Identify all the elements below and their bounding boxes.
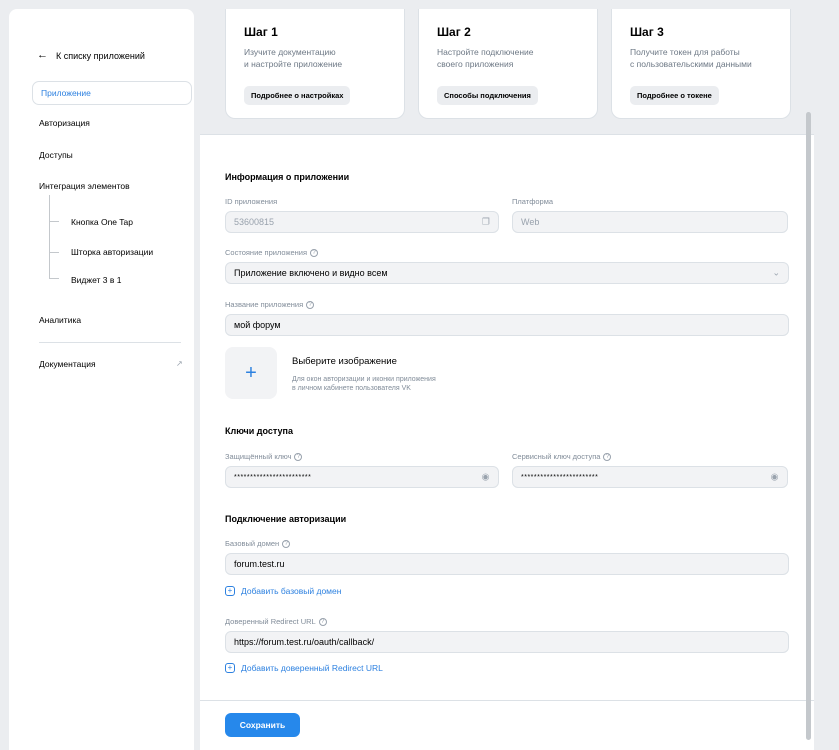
token-details-button[interactable]: Подробнее о токене	[630, 86, 719, 105]
chevron-down-icon: ⌄	[772, 267, 780, 278]
plus-icon: +	[245, 361, 257, 384]
save-button[interactable]: Сохранить	[225, 713, 300, 737]
tree-line	[49, 195, 50, 278]
connection-methods-button[interactable]: Способы подключения	[437, 86, 538, 105]
sidebar-item-docs[interactable]: Документация	[39, 359, 96, 369]
eye-icon[interactable]: ◉	[482, 472, 490, 483]
app-id-label: ID приложения	[225, 197, 278, 206]
sidebar-subitem-widget[interactable]: Виджет 3 в 1	[71, 275, 121, 285]
sidebar-subitem-onetap[interactable]: Кнопка One Tap	[71, 217, 133, 227]
help-icon[interactable]: ?	[310, 248, 319, 257]
app-name-label: Название приложения?	[225, 300, 315, 309]
app-settings-form: Информация о приложении ID приложения 53…	[200, 134, 814, 750]
step-title: Шаг 3	[630, 25, 664, 39]
redirect-url-input[interactable]: https://forum.test.ru/oauth/callback/	[225, 631, 789, 653]
plus-square-icon: +	[225, 663, 235, 673]
add-base-domain-link[interactable]: + Добавить базовый домен	[225, 586, 341, 596]
step-title: Шаг 2	[437, 25, 471, 39]
main-content: Шаг 1 Изучите документацию и настройте пр…	[200, 9, 814, 750]
tree-tick	[49, 278, 59, 279]
scrollbar[interactable]	[806, 112, 811, 740]
secure-key-field[interactable]: ************************ ◉	[225, 466, 499, 488]
external-link-icon: ↗	[176, 359, 183, 368]
step-description: Настройте подключение своего приложения	[437, 47, 534, 69]
base-domain-label: Базовый домен?	[225, 539, 291, 548]
sidebar: ← К списку приложений Приложение Авториз…	[9, 9, 194, 750]
sidebar-item-access[interactable]: Доступы	[39, 150, 73, 160]
sidebar-subitem-auth-sheet[interactable]: Шторка авторизации	[71, 247, 153, 257]
base-domain-input[interactable]: forum.test.ru	[225, 553, 789, 575]
help-icon[interactable]: ?	[318, 617, 327, 626]
app-name-input[interactable]: мой форум	[225, 314, 789, 336]
app-state-select[interactable]: Приложение включено и видно всем ⌄	[225, 262, 789, 284]
help-icon[interactable]: ?	[282, 539, 291, 548]
step-card-2: Шаг 2 Настройте подключение своего прилож…	[418, 9, 598, 119]
eye-icon[interactable]: ◉	[771, 472, 779, 483]
section-title-keys: Ключи доступа	[225, 426, 293, 436]
plus-square-icon: +	[225, 586, 235, 596]
help-icon[interactable]: ?	[294, 452, 303, 461]
redirect-url-label: Доверенный Redirect URL?	[225, 617, 327, 626]
step-description: Изучите документацию и настройте приложен…	[244, 47, 343, 69]
step-card-3: Шаг 3 Получите токен для работы с пользов…	[611, 9, 791, 119]
help-icon[interactable]: ?	[603, 452, 612, 461]
image-upload-button[interactable]: +	[225, 347, 277, 399]
copy-icon[interactable]: ❐	[482, 217, 490, 228]
sidebar-item-label: Приложение	[41, 88, 91, 98]
tree-tick	[49, 252, 59, 253]
sidebar-divider	[39, 342, 181, 343]
back-link-label: К списку приложений	[56, 50, 145, 61]
section-title-auth: Подключение авторизации	[225, 514, 347, 524]
section-title-app-info: Информация о приложении	[225, 172, 350, 182]
sidebar-item-auth[interactable]: Авторизация	[39, 118, 90, 128]
service-key-label: Сервисный ключ доступа?	[512, 452, 612, 461]
help-icon[interactable]: ?	[306, 300, 315, 309]
app-state-label: Состояние приложения?	[225, 248, 319, 257]
arrow-left-icon: ←	[37, 49, 48, 61]
image-upload-title: Выберите изображение	[292, 356, 397, 367]
sidebar-item-app[interactable]: Приложение	[32, 81, 192, 105]
platform-label: Платформа	[512, 197, 554, 206]
step-card-1: Шаг 1 Изучите документацию и настройте пр…	[225, 9, 405, 119]
settings-details-button[interactable]: Подробнее о настройках	[244, 86, 351, 105]
image-upload-description: Для окон авторизации и иконки приложения…	[292, 376, 436, 392]
platform-field: Web	[512, 211, 788, 233]
back-to-apps-link[interactable]: ← К списку приложений	[37, 50, 145, 61]
app-id-field: 53600815 ❐	[225, 211, 499, 233]
sidebar-item-analytics[interactable]: Аналитика	[39, 315, 81, 325]
add-redirect-url-link[interactable]: + Добавить доверенный Redirect URL	[225, 663, 383, 673]
step-title: Шаг 1	[244, 25, 278, 39]
steps-row: Шаг 1 Изучите документацию и настройте пр…	[200, 9, 814, 134]
tree-tick	[49, 221, 59, 222]
service-key-field[interactable]: ************************ ◉	[512, 466, 788, 488]
sidebar-item-integration[interactable]: Интеграция элементов	[39, 181, 130, 191]
secure-key-label: Защищённый ключ?	[225, 452, 303, 461]
footer-divider	[200, 700, 814, 701]
step-description: Получите токен для работы с пользовательс…	[630, 47, 752, 69]
